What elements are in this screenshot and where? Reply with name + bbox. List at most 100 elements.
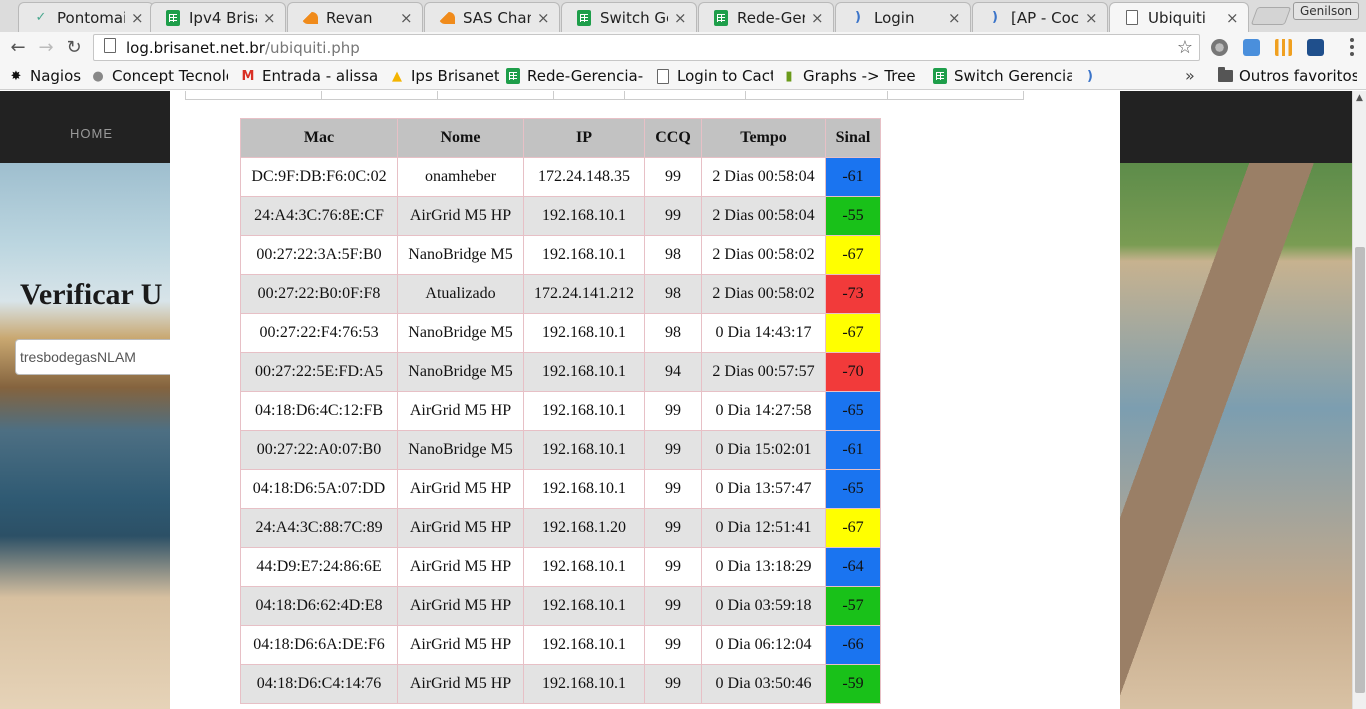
cell-sinal: -67 (825, 508, 881, 548)
bookmark-rede-gerencia[interactable]: Rede-Gerencia-B (505, 66, 643, 86)
globe-extension-icon[interactable] (1211, 39, 1228, 56)
column-header-mac: Mac (240, 118, 398, 158)
bookmark-cacti-graphs[interactable]: ▮ Graphs -> Tree M (781, 66, 919, 86)
cell-mac: 04:18:D6:C4:14:76 (240, 664, 398, 704)
bookmark-label: Login to Cacti (677, 67, 773, 85)
cell-ip: 192.168.10.1 (523, 352, 645, 392)
close-icon[interactable]: × (948, 9, 962, 27)
page-scrollbar[interactable]: ▲ (1352, 91, 1366, 709)
bookmark-concept[interactable]: ● Concept Tecnolo (90, 66, 228, 86)
bookmark-label: Entrada - alissan (262, 67, 377, 85)
cell-tempo: 2 Dias 00:58:02 (701, 274, 826, 314)
bookmark-cacti-login[interactable]: Login to Cacti (655, 66, 773, 86)
url-text[interactable]: log.brisanet.net.br/ubiquiti.php (126, 39, 360, 57)
scroll-up-icon[interactable]: ▲ (1356, 93, 1363, 103)
spreadsheet-icon (932, 68, 948, 84)
close-icon[interactable]: × (400, 9, 414, 27)
close-icon[interactable]: × (537, 9, 551, 27)
cell-tempo: 0 Dia 13:18:29 (701, 547, 826, 587)
tab-rede-gerencia[interactable]: Rede-Gerer × (698, 2, 834, 32)
close-icon[interactable]: × (811, 9, 825, 27)
cell-mac: 24:A4:3C:76:8E:CF (240, 196, 398, 236)
network-extension-icon[interactable] (1307, 39, 1324, 56)
cell-nome: AirGrid M5 HP (397, 664, 524, 704)
cell-nome: AirGrid M5 HP (397, 196, 524, 236)
tab-revan[interactable]: Revan × (287, 2, 423, 32)
check-icon: ✓ (35, 10, 47, 25)
tab-pontomais[interactable]: ✓ Pontomais × (18, 2, 154, 32)
table-row: 00:27:22:A0:07:B0 NanoBridge M5 192.168.10… (240, 430, 881, 470)
bookmark-switch-gerencia[interactable]: Switch Gerencia (932, 66, 1072, 86)
folder-icon (1217, 67, 1233, 84)
close-icon[interactable]: × (131, 9, 145, 27)
star-icon[interactable]: ☆ (1177, 37, 1193, 58)
bookmark-feed[interactable]: ) (1082, 66, 1104, 86)
cell-sinal: -70 (825, 352, 881, 392)
other-bookmarks-folder[interactable]: Outros favoritos (1217, 66, 1357, 86)
cell-mac: 00:27:22:3A:5F:B0 (240, 235, 398, 275)
table-row: DC:9F:DB:F6:0C:02 onamheber 172.24.148.35 9… (240, 157, 881, 197)
translate-extension-icon[interactable] (1243, 39, 1260, 56)
cell-sinal: -55 (825, 196, 881, 236)
audio-extension-icon[interactable] (1275, 39, 1292, 56)
cell-sinal: -59 (825, 664, 881, 704)
cell-mac: 04:18:D6:5A:07:DD (240, 469, 398, 509)
new-tab-button[interactable] (1250, 7, 1292, 25)
cell-ccq: 99 (644, 391, 702, 431)
drive-icon: ▲ (392, 68, 402, 84)
sas-icon (439, 10, 455, 26)
close-icon[interactable]: × (674, 9, 688, 27)
cell-ccq: 99 (644, 664, 702, 704)
back-arrow-icon[interactable]: ← (7, 36, 29, 58)
cell-tempo: 2 Dias 00:58:04 (701, 157, 826, 197)
ubiquiti-clients-table: Mac Nome IP CCQ Tempo Sinal DC:9F:DB:F6:… (240, 118, 881, 704)
cell-ip: 172.24.148.35 (523, 157, 645, 197)
cell-ip: 192.168.10.1 (523, 586, 645, 626)
cell-tempo: 0 Dia 15:02:01 (701, 430, 826, 470)
cell-mac: 00:27:22:B0:0F:F8 (240, 274, 398, 314)
tab-ubiquiti[interactable]: Ubiquiti × (1109, 2, 1249, 32)
cell-ip: 192.168.10.1 (523, 196, 645, 236)
cell-nome: NanoBridge M5 (397, 235, 524, 275)
cell-ccq: 98 (644, 274, 702, 314)
close-icon[interactable]: × (263, 9, 277, 27)
bookmarks-overflow-button[interactable]: » (1185, 66, 1195, 85)
tab-ipv4-brisanet[interactable]: Ipv4 Brisan × (150, 2, 286, 32)
forward-arrow-icon[interactable]: → (35, 36, 57, 58)
tab-sas-chamados[interactable]: SAS Chama × (424, 2, 560, 32)
cell-tempo: 2 Dias 00:57:57 (701, 352, 826, 392)
browser-menu-button[interactable] (1344, 38, 1360, 56)
bookmark-nagios[interactable]: ✸ Nagios (8, 66, 86, 86)
cell-mac: 44:D9:E7:24:86:6E (240, 547, 398, 587)
cell-sinal: -65 (825, 391, 881, 431)
table-row: 00:27:22:F4:76:53 NanoBridge M5 192.168.10… (240, 313, 881, 353)
tab-switch-gerencia[interactable]: Switch Gere × (561, 2, 697, 32)
close-icon[interactable]: × (1226, 9, 1240, 27)
bookmark-gmail[interactable]: M Entrada - alissan (240, 66, 377, 86)
cell-tempo: 2 Dias 00:58:02 (701, 235, 826, 275)
bookmark-ips-brisanet[interactable]: ▲ Ips Brisanet (389, 66, 499, 86)
profile-button[interactable]: Genilson (1293, 2, 1360, 20)
bookmark-label: Ips Brisanet (411, 67, 499, 85)
cell-nome: NanoBridge M5 (397, 352, 524, 392)
cell-nome: Atualizado (397, 274, 524, 314)
scrollbar-thumb[interactable] (1355, 247, 1365, 693)
address-bar[interactable]: log.brisanet.net.br/ubiquiti.php ☆ (93, 34, 1200, 61)
column-header-ip: IP (523, 118, 645, 158)
table-row: 04:18:D6:C4:14:76 AirGrid M5 HP 192.168.10… (240, 664, 881, 704)
cell-sinal: -73 (825, 274, 881, 314)
page-icon (1124, 10, 1140, 26)
tab-login[interactable]: ) Login × (835, 2, 971, 32)
tab-ap-coco[interactable]: ) [AP - Coco< × (972, 2, 1108, 32)
bookmark-label: Graphs -> Tree M (803, 67, 919, 85)
close-icon[interactable]: × (1085, 9, 1099, 27)
previous-table-bottom (185, 91, 1024, 100)
cell-ccq: 99 (644, 196, 702, 236)
cell-sinal: -65 (825, 469, 881, 509)
column-header-ccq: CCQ (644, 118, 702, 158)
nav-home-link[interactable]: HOME (70, 126, 113, 141)
cell-nome: AirGrid M5 HP (397, 625, 524, 665)
rss-icon: ) (855, 10, 861, 25)
cell-sinal: -57 (825, 586, 881, 626)
reload-icon[interactable]: ↻ (63, 36, 85, 58)
